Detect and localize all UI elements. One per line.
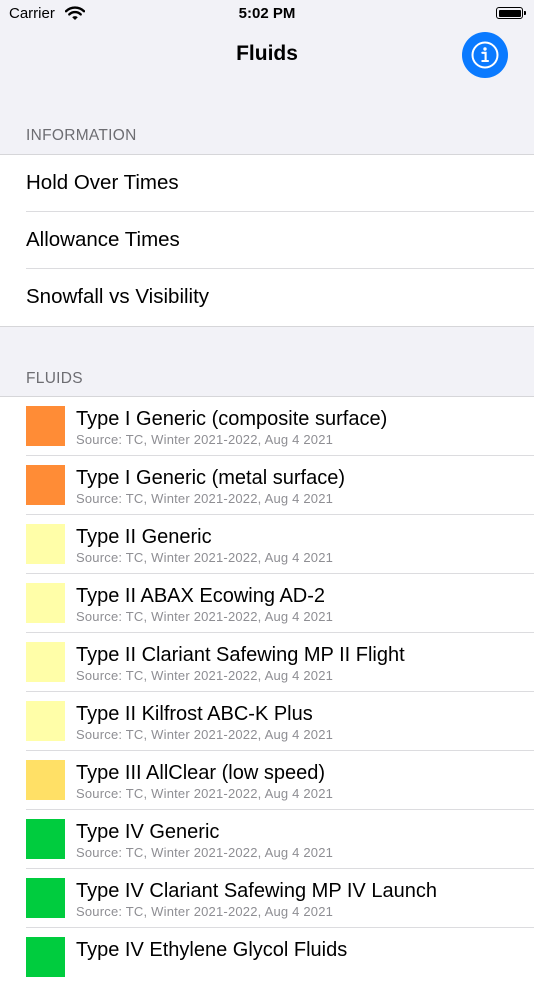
fluid-color-swatch <box>26 760 65 800</box>
fluid-row[interactable]: Type II Generic Source: TC, Winter 2021-2… <box>0 515 534 574</box>
status-bar: Carrier 5:02 PM <box>0 0 534 28</box>
fluids-list: Type I Generic (composite surface) Source… <box>0 396 534 987</box>
fluid-title: Type II Kilfrost ABC-K Plus <box>76 703 313 725</box>
fluid-color-swatch <box>26 583 65 623</box>
fluid-source: Source: TC, Winter 2021-2022, Aug 4 2021 <box>76 668 334 683</box>
fluid-color-swatch <box>26 406 65 446</box>
row-label: Allowance Times <box>26 228 180 251</box>
fluid-row[interactable]: Type IV Clariant Safewing MP IV Launch So… <box>0 869 534 928</box>
row-label: Hold Over Times <box>26 171 179 194</box>
fluid-title: Type I Generic (metal surface) <box>76 467 345 489</box>
clock: 5:02 PM <box>238 5 296 22</box>
fluid-source: Source: TC, Winter 2021-2022, Aug 4 2021 <box>76 609 334 624</box>
fluid-source: Source: TC, Winter 2021-2022, Aug 4 2021 <box>76 786 334 801</box>
fluid-title: Type IV Clariant Safewing MP IV Launch <box>76 880 437 902</box>
fluid-title: Type IV Generic <box>76 821 220 843</box>
fluid-title: Type I Generic (composite surface) <box>76 408 388 430</box>
page-title: Fluids <box>236 42 298 65</box>
section-header-information: INFORMATION <box>26 127 137 144</box>
info-button[interactable] <box>462 32 508 78</box>
fluid-row[interactable]: Type II Clariant Safewing MP II Flight So… <box>0 633 534 692</box>
fluid-source: Source: TC, Winter 2021-2022, Aug 4 2021 <box>76 727 334 742</box>
fluid-color-swatch <box>26 937 65 977</box>
allowance-times-row[interactable]: Allowance Times <box>0 212 534 269</box>
fluid-row[interactable]: Type IV Ethylene Glycol Fluids <box>0 928 534 987</box>
section-header-fluids: FLUIDS <box>26 370 83 387</box>
fluid-title: Type III AllClear (low speed) <box>76 762 325 784</box>
fluid-source: Source: TC, Winter 2021-2022, Aug 4 2021 <box>76 491 334 506</box>
battery-icon <box>496 7 526 19</box>
info-icon <box>471 41 499 69</box>
fluid-color-swatch <box>26 642 65 682</box>
fluid-source: Source: TC, Winter 2021-2022, Aug 4 2021 <box>76 550 334 565</box>
fluid-color-swatch <box>26 701 65 741</box>
fluid-row[interactable]: Type I Generic (composite surface) Source… <box>0 397 534 456</box>
fluid-color-swatch <box>26 465 65 505</box>
fluid-row[interactable]: Type IV Generic Source: TC, Winter 2021-2… <box>0 810 534 869</box>
fluid-row[interactable]: Type I Generic (metal surface) Source: TC… <box>0 456 534 515</box>
fluid-row[interactable]: Type III AllClear (low speed) Source: TC,… <box>0 751 534 810</box>
fluid-color-swatch <box>26 819 65 859</box>
fluid-row[interactable]: Type II Kilfrost ABC-K Plus Source: TC, W… <box>0 692 534 751</box>
fluid-color-swatch <box>26 878 65 918</box>
fluid-source: Source: TC, Winter 2021-2022, Aug 4 2021 <box>76 904 334 919</box>
fluid-title: Type IV Ethylene Glycol Fluids <box>76 939 348 961</box>
fluid-title: Type II Generic <box>76 526 212 548</box>
fluid-source: Source: TC, Winter 2021-2022, Aug 4 2021 <box>76 432 334 447</box>
fluid-source: Source: TC, Winter 2021-2022, Aug 4 2021 <box>76 845 334 860</box>
row-label: Snowfall vs Visibility <box>26 285 210 308</box>
fluid-title: Type II ABAX Ecowing AD-2 <box>76 585 326 607</box>
fluid-title: Type II Clariant Safewing MP II Flight <box>76 644 405 666</box>
information-list: Hold Over Times Allowance Times Snowfall… <box>0 154 534 327</box>
hold-over-times-row[interactable]: Hold Over Times <box>0 155 534 212</box>
fluid-color-swatch <box>26 524 65 564</box>
fluid-row[interactable]: Type II ABAX Ecowing AD-2 Source: TC, Win… <box>0 574 534 633</box>
snowfall-vs-visibility-row[interactable]: Snowfall vs Visibility <box>0 269 534 326</box>
